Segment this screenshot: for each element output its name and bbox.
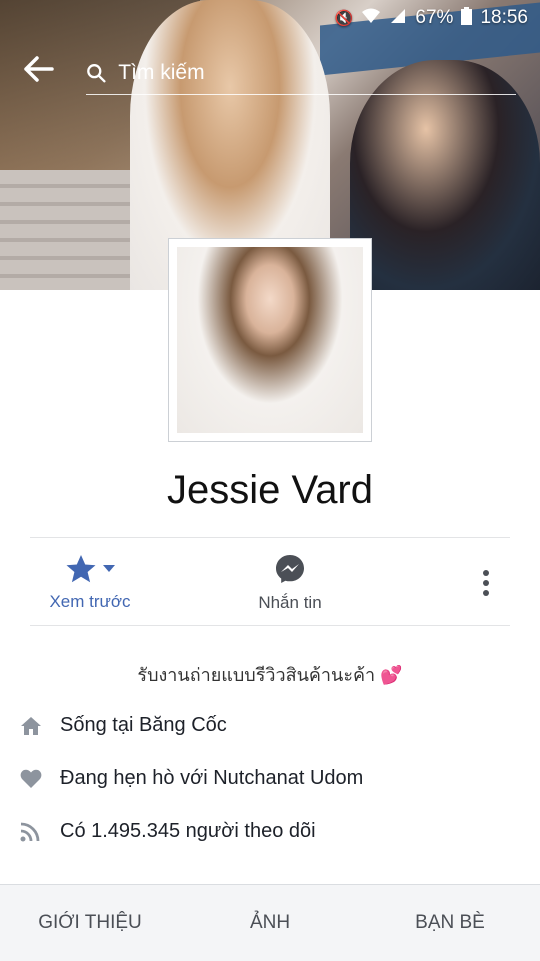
messenger-icon	[276, 555, 304, 583]
search-bar	[24, 52, 516, 95]
divider	[30, 625, 510, 626]
info-row-relationship: Đang hẹn hò với Nutchanat Udom	[20, 767, 520, 790]
action-bar: Xem trước Nhắn tin	[30, 545, 510, 621]
heart-icon	[20, 769, 60, 789]
clock: 18:56	[480, 7, 528, 28]
info-text: Có 1.495.345 người theo dõi	[60, 820, 316, 842]
search-field[interactable]	[86, 52, 516, 95]
star-icon	[66, 555, 96, 583]
info-row-followers: Có 1.495.345 người theo dõi	[20, 820, 520, 843]
battery-percent: 67%	[415, 7, 454, 28]
info-text: Sống tại Băng Cốc	[60, 714, 227, 736]
profile-picture[interactable]	[168, 238, 372, 442]
search-icon	[87, 63, 106, 82]
mute-icon: 🔇	[334, 10, 354, 27]
profile-bio: รับงานถ่ายแบบรีวิวสินค้านะค้า 💕	[137, 665, 403, 685]
home-icon	[20, 716, 60, 736]
message-label: Nhắn tin	[258, 593, 322, 612]
chevron-down-icon	[103, 565, 115, 572]
tab-about[interactable]: GIỚI THIỆU	[0, 885, 180, 961]
info-text: Đang hẹn hò với Nutchanat Udom	[60, 767, 364, 789]
more-vertical-icon	[483, 570, 489, 596]
message-button[interactable]: Nhắn tin	[150, 545, 430, 621]
status-bar: 🔇 67% 18:56	[0, 0, 540, 36]
rss-icon	[20, 822, 60, 842]
tab-friends[interactable]: BẠN BÈ	[360, 885, 540, 961]
cover-person-right	[350, 60, 540, 290]
search-input[interactable]	[116, 59, 516, 86]
battery-icon	[461, 7, 473, 29]
profile-tabs: GIỚI THIỆU ẢNH BẠN BÈ	[0, 884, 540, 961]
back-arrow-icon[interactable]	[24, 52, 74, 94]
tab-photos[interactable]: ẢNH	[180, 885, 360, 961]
info-row-location: Sống tại Băng Cốc	[20, 714, 520, 737]
preview-label: Xem trước	[49, 592, 131, 611]
more-button[interactable]	[430, 545, 510, 621]
signal-icon	[389, 7, 407, 29]
preview-button[interactable]: Xem trước	[30, 545, 150, 621]
wifi-icon	[361, 7, 381, 29]
divider	[30, 537, 510, 538]
avatar	[177, 247, 363, 433]
profile-name: Jessie Vard	[166, 468, 373, 512]
